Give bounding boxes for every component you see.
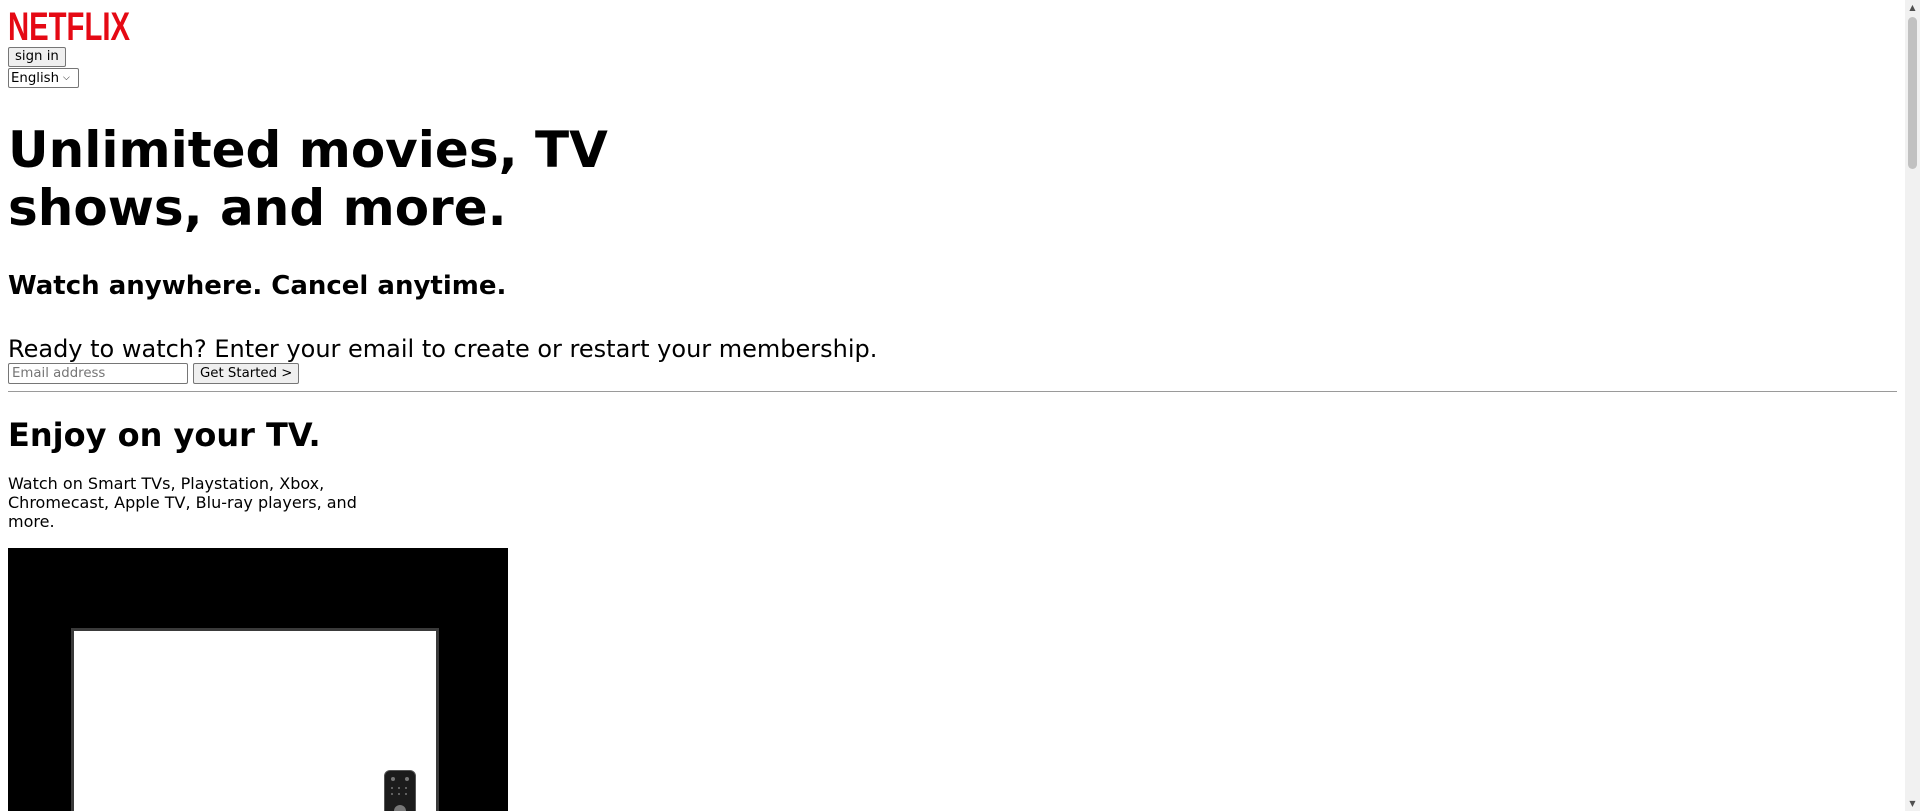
page: NETFLIX sign in English ⌵ Unlimited movi…: [0, 0, 1905, 811]
scroll-up-arrow-icon[interactable]: ▲: [1905, 0, 1920, 15]
remote-control-icon: [384, 770, 416, 811]
netflix-logo[interactable]: NETFLIX: [8, 6, 130, 44]
remote-button: [405, 787, 407, 789]
get-started-button[interactable]: Get Started >: [193, 363, 300, 384]
remote-button: [398, 787, 400, 789]
scrollbar-thumb[interactable]: [1908, 17, 1917, 169]
remote-button: [391, 777, 395, 781]
cta-text: Ready to watch? Enter your email to crea…: [8, 335, 878, 363]
tv-section-title: Enjoy on your TV.: [8, 416, 321, 454]
tv-section-description: Watch on Smart TVs, Playstation, Xbox, C…: [8, 474, 357, 531]
remote-dpad: [394, 805, 406, 811]
section-divider: [8, 391, 1897, 392]
hero-title: Unlimited movies, TV shows, and more.: [8, 121, 608, 237]
netflix-logo-icon: NETFLIX: [8, 6, 130, 44]
tv-image: [8, 548, 508, 811]
remote-button: [391, 787, 393, 789]
email-signup-form: Get Started >: [8, 363, 300, 384]
remote-button: [398, 793, 400, 795]
sign-in-button[interactable]: sign in: [8, 47, 66, 67]
language-select-value: English: [11, 70, 60, 86]
vertical-scrollbar[interactable]: ▲ ▼: [1905, 0, 1920, 811]
svg-text:NETFLIX: NETFLIX: [8, 6, 130, 44]
remote-button: [405, 777, 409, 781]
chevron-down-icon: ⌵: [63, 73, 70, 83]
language-select[interactable]: English ⌵: [8, 68, 79, 88]
remote-button: [391, 793, 393, 795]
scroll-down-arrow-icon[interactable]: ▼: [1905, 796, 1920, 811]
remote-button: [405, 793, 407, 795]
email-input[interactable]: [8, 363, 188, 384]
hero-subtitle: Watch anywhere. Cancel anytime.: [8, 271, 507, 301]
